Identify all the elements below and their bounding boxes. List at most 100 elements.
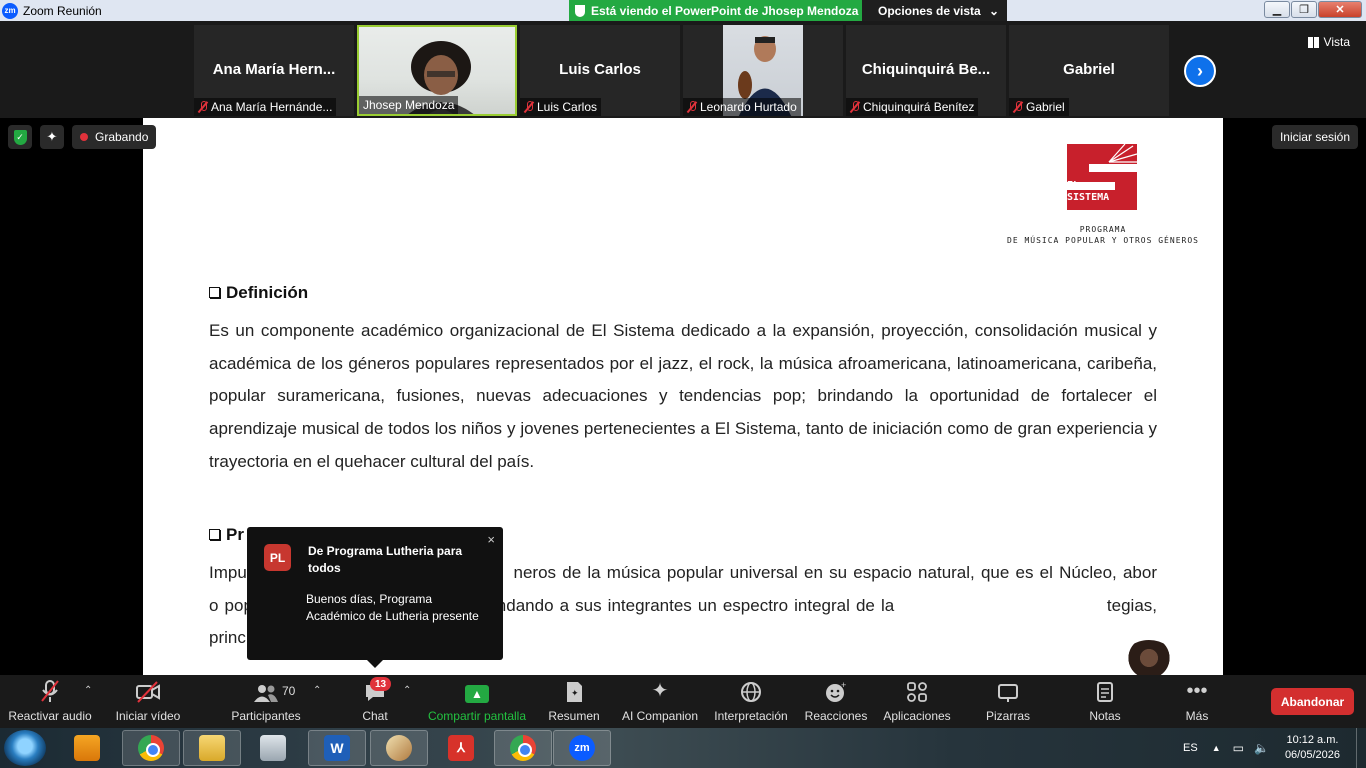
caret-up-icon[interactable]: ⌃ bbox=[313, 685, 321, 696]
media-player-icon bbox=[74, 735, 100, 761]
zoom-logo-icon: zm bbox=[2, 2, 18, 19]
reactions-button[interactable]: + Reacciones bbox=[805, 675, 868, 728]
taskbar-chrome-2[interactable] bbox=[494, 730, 552, 766]
participant-name-bar: Leonardo Hurtado bbox=[683, 98, 801, 116]
whiteboards-button[interactable]: Pizarras bbox=[984, 675, 1032, 728]
close-notification-icon[interactable]: × bbox=[487, 532, 495, 547]
notes-label: Notas bbox=[1089, 709, 1121, 723]
start-button[interactable] bbox=[4, 730, 46, 766]
view-options-button[interactable]: Opciones de vista ⌄ bbox=[862, 0, 1007, 21]
show-hidden-icons-icon[interactable]: ▲ bbox=[1212, 743, 1221, 753]
participant-tile[interactable]: Gabriel Gabriel bbox=[1009, 25, 1169, 116]
participant-tile[interactable]: Ana María Hern... Ana María Hernánde... bbox=[194, 25, 354, 116]
minimize-button[interactable]: ▁ bbox=[1264, 1, 1290, 18]
participant-name: Ana María Hernánde... bbox=[211, 100, 333, 114]
window-title: Zoom Reunión bbox=[23, 3, 102, 18]
chat-notification-popup[interactable]: PL De Programa Lutheria para todos Bueno… bbox=[247, 527, 503, 668]
apps-button[interactable]: Aplicaciones bbox=[883, 675, 951, 728]
participant-tile-active-speaker[interactable]: Jhosep Mendoza bbox=[357, 25, 517, 116]
notes-icon bbox=[1096, 675, 1114, 703]
logo-subtitle-line-2: DE MÚSICA POPULAR Y OTROS GÉNEROS bbox=[1007, 236, 1199, 245]
leave-meeting-button[interactable]: Abandonar bbox=[1271, 688, 1354, 715]
volume-icon[interactable]: 🔈 bbox=[1254, 741, 1269, 755]
sender-avatar: PL bbox=[264, 544, 291, 571]
participant-tile[interactable]: Luis Carlos Luis Carlos bbox=[520, 25, 680, 116]
taskbar-chrome[interactable] bbox=[122, 730, 180, 766]
unmute-button[interactable]: Reactivar audio ⌃ bbox=[8, 675, 92, 728]
sparkle-icon: ✦ bbox=[46, 129, 58, 144]
participants-label: Participantes bbox=[231, 709, 301, 723]
folder-icon bbox=[199, 735, 225, 761]
encryption-indicator[interactable]: ✓ bbox=[8, 125, 32, 149]
taskbar-media-player[interactable] bbox=[58, 730, 116, 766]
next-page-button[interactable]: › bbox=[1184, 55, 1216, 87]
notes-button[interactable]: Notas bbox=[1085, 675, 1125, 728]
chrome-icon bbox=[510, 735, 536, 761]
grid-view-icon bbox=[1307, 36, 1319, 48]
windows-taskbar: W ⅄ zm ES ▲ ▭ 🔈 10:12 a.m. 06/05/2026 bbox=[0, 728, 1366, 768]
more-button[interactable]: ••• Más bbox=[1177, 675, 1217, 728]
participant-name: Luis Carlos bbox=[537, 100, 598, 114]
window-titlebar: zm Zoom Reunión Está viendo el PowerPoin… bbox=[0, 0, 1366, 21]
chevron-right-icon: › bbox=[1197, 60, 1203, 81]
viewing-banner: Está viendo el PowerPoint de Jhosep Mend… bbox=[569, 0, 862, 21]
taskbar-zoom[interactable]: zm bbox=[553, 730, 611, 766]
close-window-button[interactable]: ✕ bbox=[1318, 1, 1362, 18]
notification-message: Buenos días, Programa Académico de Luthe… bbox=[306, 592, 479, 623]
view-button-label: Vista bbox=[1323, 35, 1350, 49]
chat-button[interactable]: 13 Chat ⌃ bbox=[355, 675, 411, 728]
language-indicator[interactable]: ES bbox=[1183, 742, 1198, 754]
recording-label: Grabando bbox=[95, 130, 149, 144]
whiteboard-icon bbox=[997, 675, 1019, 703]
presenter-video-thumbnail bbox=[1123, 640, 1175, 675]
network-icon[interactable]: ▭ bbox=[1233, 741, 1244, 755]
sign-in-button[interactable]: Iniciar sesión bbox=[1271, 125, 1358, 149]
apps-label: Aplicaciones bbox=[883, 709, 951, 723]
taskbar-paint[interactable] bbox=[370, 730, 428, 766]
logo-subtitle: PROGRAMA DE MÚSICA POPULAR Y OTROS GÉNER… bbox=[1005, 224, 1201, 246]
taskbar-explorer[interactable] bbox=[183, 730, 241, 766]
slide-heading-definicion: Definición bbox=[209, 283, 308, 303]
interpretation-button[interactable]: Interpretación bbox=[712, 675, 790, 728]
participant-name: Chiquinquirá Benítez bbox=[863, 100, 975, 114]
participant-big-name: Luis Carlos bbox=[559, 61, 641, 78]
video-off-icon bbox=[135, 675, 161, 703]
mic-muted-icon bbox=[1013, 101, 1023, 113]
taskbar-pdf-reader[interactable]: ⅄ bbox=[432, 730, 490, 766]
start-video-label: Iniciar vídeo bbox=[115, 709, 181, 723]
mic-muted-icon bbox=[850, 101, 860, 113]
participant-gallery: Ana María Hern... Ana María Hernánde... … bbox=[0, 21, 1366, 118]
participants-button[interactable]: 70 Participantes ⌃ bbox=[231, 675, 321, 728]
mic-muted-icon bbox=[524, 101, 534, 113]
recording-indicator[interactable]: Grabando bbox=[72, 125, 157, 149]
chat-unread-badge: 13 bbox=[370, 677, 391, 691]
checkbox-bullet-icon bbox=[209, 529, 220, 540]
show-desktop-button[interactable] bbox=[1356, 728, 1366, 768]
viewing-banner-text: Está viendo el PowerPoint de Jhosep Mend… bbox=[591, 3, 859, 18]
ai-companion-button[interactable]: ✦ AI Companion bbox=[621, 675, 699, 728]
taskbar-word[interactable]: W bbox=[308, 730, 366, 766]
taskbar-calculator[interactable] bbox=[244, 730, 302, 766]
share-screen-button[interactable]: ▲ Compartir pantalla bbox=[427, 675, 527, 728]
ai-companion-indicator[interactable]: ✦ bbox=[40, 125, 64, 149]
smiley-plus-icon: + bbox=[824, 675, 848, 703]
shield-check-icon: ✓ bbox=[13, 129, 27, 145]
start-video-button[interactable]: Iniciar vídeo bbox=[115, 675, 181, 728]
view-button[interactable]: Vista bbox=[1307, 35, 1350, 49]
share-screen-icon: ▲ bbox=[465, 675, 489, 703]
participant-tile[interactable]: Chiquinquirá Be... Chiquinquirá Benítez bbox=[846, 25, 1006, 116]
summary-button[interactable]: ✦ Resumen bbox=[548, 675, 600, 728]
whiteboards-label: Pizarras bbox=[985, 709, 1030, 723]
caret-up-icon[interactable]: ⌃ bbox=[403, 685, 411, 696]
chrome-icon bbox=[138, 735, 164, 761]
summary-icon: ✦ bbox=[564, 675, 584, 703]
window-controls: ▁ ❐ ✕ bbox=[1264, 1, 1362, 18]
clock[interactable]: 10:12 a.m. 06/05/2026 bbox=[1285, 733, 1340, 763]
logo-line-2: SISTEMA bbox=[1067, 192, 1110, 203]
caret-up-icon[interactable]: ⌃ bbox=[84, 685, 92, 696]
slide-heading-text: Pr bbox=[226, 525, 244, 544]
checkbox-bullet-icon bbox=[209, 287, 220, 298]
maximize-button[interactable]: ❐ bbox=[1291, 1, 1317, 18]
participant-tile[interactable]: Leonardo Hurtado bbox=[683, 25, 843, 116]
recording-dot-icon bbox=[80, 133, 88, 141]
